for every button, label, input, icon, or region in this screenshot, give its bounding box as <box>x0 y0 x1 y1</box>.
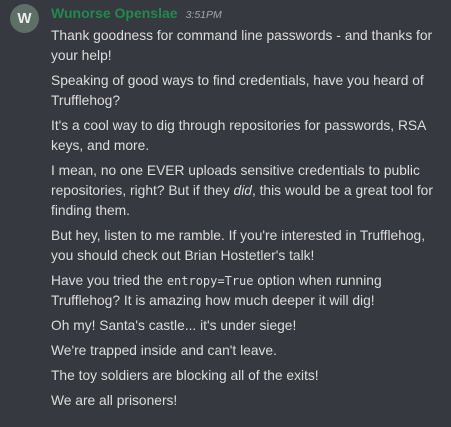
message-text: We're trapped inside and can't leave. <box>51 343 277 358</box>
username[interactable]: Wunorse Openslae <box>51 5 178 21</box>
timestamp: 3:51PM <box>185 9 222 21</box>
message-emphasis: did <box>233 183 252 198</box>
avatar-letter: W <box>17 10 32 27</box>
message-text: We are all prisoners! <box>51 393 178 408</box>
message-text: Speaking of good ways to find credential… <box>51 73 424 108</box>
inline-code: entropy=True <box>166 274 254 288</box>
avatar[interactable]: W <box>10 4 39 33</box>
message-text: The toy soldiers are blocking all of the… <box>51 368 319 383</box>
message-text: Oh my! Santa's castle... it's under sieg… <box>51 318 297 333</box>
message-list: Thank goodness for command line password… <box>51 26 443 416</box>
message-text: Have you tried the entropy=True option w… <box>51 271 443 311</box>
message-text: But hey, listen to me ramble. If you're … <box>51 228 426 263</box>
message-text: It's a cool way to dig through repositor… <box>51 118 426 153</box>
message-text: I mean, no one EVER uploads sensitive cr… <box>51 161 443 221</box>
message-header: Wunorse Openslae 3:51PM <box>51 5 222 25</box>
message-text-part: Have you tried the <box>51 273 167 288</box>
message-group: W Wunorse Openslae 3:51PM Thank goodness… <box>0 0 451 427</box>
message-text: Thank goodness for command line password… <box>51 28 433 63</box>
